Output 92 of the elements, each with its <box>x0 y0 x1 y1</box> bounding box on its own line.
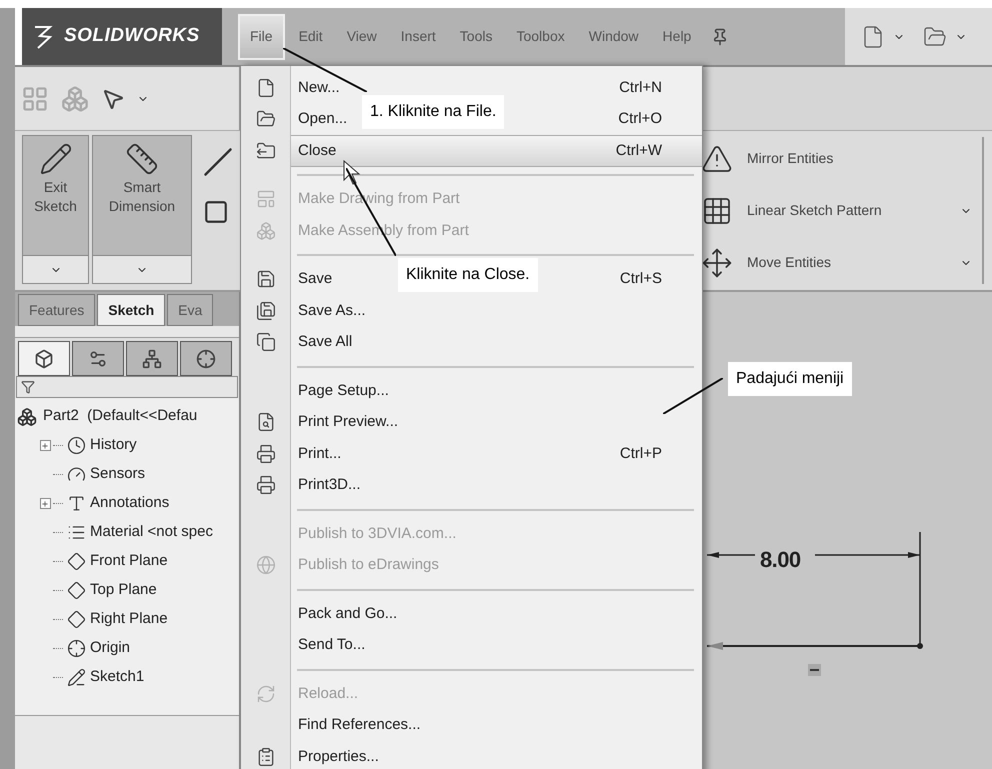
ribbon-tool[interactable]: Linear Sketch Pattern <box>701 192 982 230</box>
menu-bar-item[interactable]: Edit <box>288 14 333 60</box>
clipboard-icon <box>256 746 276 767</box>
menu-item[interactable]: Save As... <box>298 300 366 322</box>
folder-icon <box>256 109 276 130</box>
shortcut-text: Ctrl+W <box>616 140 662 160</box>
shortcut-text: Ctrl+N <box>619 78 662 98</box>
ribbon-button[interactable]: Smart Dimension <box>92 135 192 284</box>
boxes-icon <box>256 220 276 241</box>
menu-item[interactable]: Print Preview... <box>298 411 398 434</box>
menu-item[interactable]: Print3D... <box>298 474 361 496</box>
menu-bar-item[interactable]: Insert <box>390 14 446 60</box>
menu-item[interactable]: Open... <box>298 108 348 130</box>
tree-item[interactable]: Front Plane <box>90 550 168 573</box>
menu-item[interactable]: Save <box>298 268 332 290</box>
menu-item[interactable]: Pack and Go... <box>298 602 398 625</box>
panel-tab[interactable]: Features <box>18 294 96 326</box>
view-tab[interactable] <box>126 341 178 376</box>
shortcut-text: Ctrl+P <box>620 444 662 464</box>
dimension-value[interactable]: 8.00 <box>760 543 801 576</box>
shortcut-text: Ctrl+S <box>620 269 662 289</box>
plane-icon <box>67 581 86 600</box>
view-tab[interactable] <box>72 341 124 376</box>
menu-item[interactable]: Find References... <box>298 714 421 736</box>
tree-item[interactable]: Right Plane <box>90 608 168 631</box>
menu-bar-item[interactable]: Toolbox <box>506 14 575 60</box>
menu-item[interactable]: Print... <box>298 442 342 465</box>
copy-icon <box>256 332 276 352</box>
refresh-icon <box>256 684 276 704</box>
menu-item[interactable]: New... <box>298 76 340 99</box>
part-icon <box>34 348 54 368</box>
printer-icon <box>256 444 276 464</box>
menu-item[interactable]: Close <box>298 140 336 162</box>
properties-icon <box>88 348 108 368</box>
line-icon[interactable] <box>203 147 233 177</box>
tree-item[interactable]: History <box>90 434 137 457</box>
menu-item[interactable]: Save All <box>298 331 352 354</box>
crosshair-icon <box>196 348 216 368</box>
view-tab[interactable] <box>18 341 70 376</box>
panel-tab[interactable]: Sketch <box>97 294 166 326</box>
menu-item[interactable]: Send To... <box>298 634 366 656</box>
leader-line <box>663 378 723 414</box>
ribbon-button[interactable]: Exit Sketch <box>22 135 89 284</box>
shortcut-text: Ctrl+O <box>618 109 662 129</box>
cursor-icon <box>343 160 361 186</box>
expand-toggle[interactable] <box>40 498 50 509</box>
globe-icon <box>256 555 276 576</box>
folder-icon[interactable] <box>923 24 947 48</box>
printer-icon <box>256 475 276 496</box>
callout-tooltip: Kliknite na Close. <box>398 258 538 292</box>
tree-icon <box>142 348 162 368</box>
menu-bar-item[interactable]: Help <box>652 14 702 60</box>
preview-icon <box>256 412 276 432</box>
callout-tooltip: 1. Kliknite na File. <box>362 95 504 129</box>
rectangle-icon[interactable] <box>203 199 229 225</box>
panel-tab[interactable]: Eva <box>167 294 214 326</box>
folder-icon <box>256 140 276 161</box>
relation-icon <box>808 664 821 676</box>
ribbon-tool[interactable]: Move Entities <box>701 244 982 282</box>
tree-item[interactable]: Origin <box>90 637 130 660</box>
tree-item[interactable]: Annotations <box>90 492 170 515</box>
layout-icon <box>256 189 276 210</box>
clock-icon <box>67 436 86 455</box>
tree-item[interactable]: Top Plane <box>90 579 157 602</box>
ribbon-tool[interactable]: Mirror Entities <box>701 140 982 178</box>
origin-icon <box>67 639 86 658</box>
menu-bar-item[interactable]: View <box>336 14 387 60</box>
menu-bar-item[interactable]: Window <box>578 14 649 60</box>
plane-icon <box>67 552 86 571</box>
text-icon <box>67 494 86 513</box>
view-tab[interactable] <box>180 341 232 376</box>
filter-icon <box>21 380 35 394</box>
file-icon <box>256 78 276 98</box>
menu-bar-item[interactable]: File <box>238 14 285 60</box>
tree-item[interactable]: Part2 (Default<<Defau <box>15 402 239 431</box>
logo-text: SOLIDWORKS <box>64 24 200 48</box>
callout-tooltip: Padajući meniji <box>728 362 852 396</box>
save-icon <box>256 300 276 321</box>
plane-icon <box>67 610 86 629</box>
pencil-icon <box>38 142 72 176</box>
move-icon <box>701 246 733 278</box>
menu-bar-item[interactable]: Tools <box>450 14 502 60</box>
part-icon <box>17 406 37 426</box>
sketch-icon <box>67 668 86 687</box>
tree-item[interactable]: Material <not spec <box>90 521 213 544</box>
ruler-icon <box>125 142 159 176</box>
tree-item[interactable]: Sensors <box>90 463 146 486</box>
expand-toggle[interactable] <box>40 440 50 451</box>
save-icon <box>256 269 276 290</box>
menu-item[interactable]: Properties... <box>298 746 379 768</box>
tree-item[interactable]: Sketch1 <box>90 666 144 689</box>
menu-item[interactable]: Page Setup... <box>298 380 389 402</box>
